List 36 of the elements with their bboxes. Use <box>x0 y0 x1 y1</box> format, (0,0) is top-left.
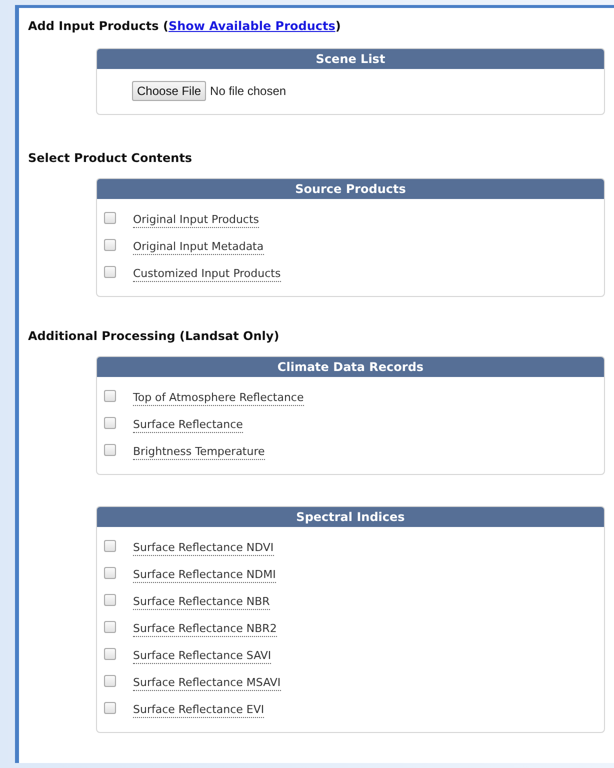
option-label[interactable]: Surface Reflectance NBR2 <box>133 622 277 637</box>
checkbox[interactable] <box>104 238 116 250</box>
option-label[interactable]: Brightness Temperature <box>133 445 265 460</box>
checkbox[interactable] <box>104 674 116 686</box>
option-label[interactable]: Original Input Products <box>133 213 260 228</box>
option-label[interactable]: Surface Reflectance NBR <box>133 595 270 610</box>
option-label[interactable]: Original Input Metadata <box>133 240 264 255</box>
checkbox[interactable] <box>104 648 116 660</box>
checkbox[interactable] <box>104 266 116 278</box>
checkbox[interactable] <box>104 594 116 606</box>
panel-title: Scene List <box>97 49 604 69</box>
checkbox[interactable] <box>104 444 116 456</box>
option-label[interactable]: Surface Reflectance NDVI <box>133 541 274 556</box>
file-status: No file chosen <box>210 84 286 98</box>
option-label[interactable]: Surface Reflectance MSAVI <box>133 676 281 691</box>
checkbox[interactable] <box>104 212 116 224</box>
panel-title: Climate Data Records <box>97 357 604 377</box>
option-label[interactable]: Top of Atmosphere Reflectance <box>133 391 304 406</box>
checkbox[interactable] <box>104 702 116 714</box>
show-products-link[interactable]: Show Available Products <box>168 19 336 33</box>
section-heading: Add Input Products (Show Available Products) <box>28 18 342 35</box>
choose-file-button[interactable]: Choose File <box>132 81 206 101</box>
option-label[interactable]: Customized Input Products <box>133 267 281 282</box>
panel-title: Source Products <box>97 179 604 199</box>
section-heading: Select Product Contents <box>28 150 194 167</box>
checkbox[interactable] <box>104 390 116 402</box>
checkbox[interactable] <box>104 540 116 552</box>
checkbox[interactable] <box>104 620 116 632</box>
option-label[interactable]: Surface Reflectance NDMI <box>133 568 276 583</box>
option-label[interactable]: Surface Reflectance SAVI <box>133 649 272 664</box>
option-label[interactable]: Surface Reflectance <box>133 418 243 433</box>
checkbox[interactable] <box>104 416 116 428</box>
panel-title: Spectral Indices <box>97 507 604 527</box>
checkbox[interactable] <box>104 566 116 578</box>
option-label[interactable]: Surface Reflectance EVI <box>133 703 264 718</box>
section-heading: Additional Processing (Landsat Only) <box>28 328 280 345</box>
